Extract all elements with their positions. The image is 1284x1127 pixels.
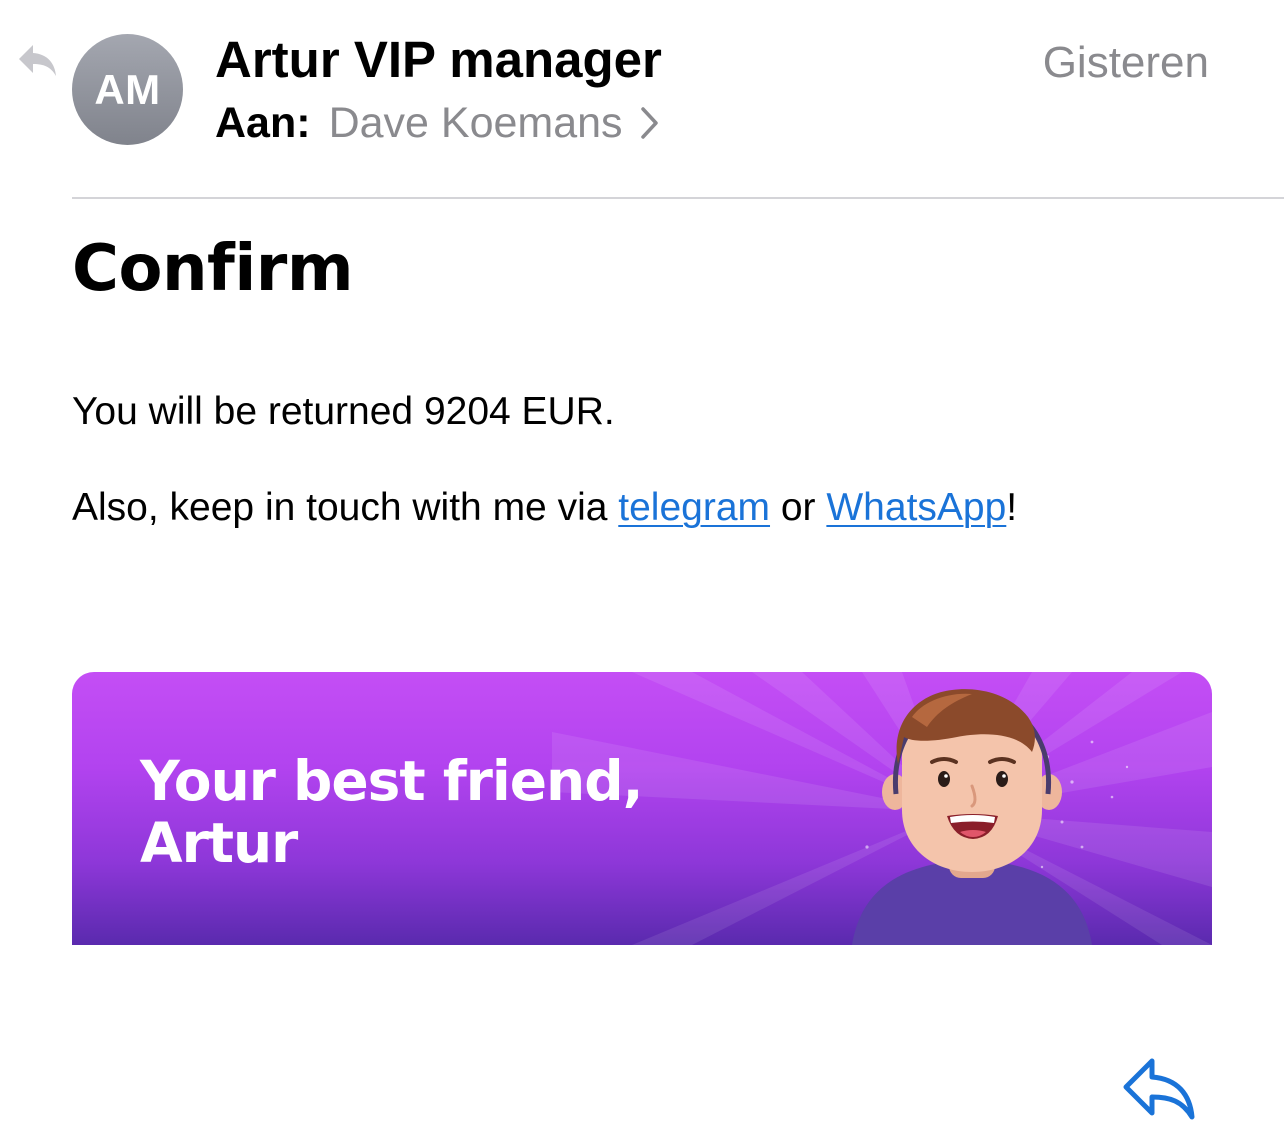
message-line-contact: Also, keep in touch with me via telegram… <box>72 486 1017 530</box>
banner-line-2: Artur <box>140 811 298 875</box>
sender-avatar[interactable]: AM <box>72 34 183 145</box>
to-label: Aan: <box>215 98 311 147</box>
chevron-right-icon[interactable] <box>639 105 661 141</box>
contact-suffix: ! <box>1006 486 1018 529</box>
message-title: Confirm <box>72 232 354 306</box>
recipient-name[interactable]: Dave Koemans <box>329 99 623 148</box>
telegram-link[interactable]: telegram <box>618 486 770 529</box>
contact-middle: or <box>770 486 827 529</box>
artur-character-illustration <box>852 689 1092 945</box>
message-line-amount: You will be returned 9204 EUR. <box>72 390 615 433</box>
promo-banner[interactable]: Your best friend, Artur <box>72 672 1212 945</box>
banner-line-1: Your best friend, <box>140 749 643 813</box>
email-view: AM Artur VIP manager Gisteren Aan: Dave … <box>0 0 1284 1127</box>
message-date: Gisteren <box>1042 38 1209 87</box>
replied-arrow-icon <box>19 45 56 76</box>
reply-arrow-icon[interactable] <box>1120 1055 1198 1121</box>
sender-name[interactable]: Artur VIP manager <box>215 30 662 89</box>
banner-text: Your best friend, Artur <box>140 749 643 875</box>
contact-prefix: Also, keep in touch with me via <box>72 486 619 529</box>
recipient-row[interactable]: Aan: Dave Koemans <box>215 98 661 148</box>
avatar-initials: AM <box>94 65 161 113</box>
header-divider <box>72 197 1284 199</box>
whatsapp-link[interactable]: WhatsApp <box>826 486 1006 529</box>
